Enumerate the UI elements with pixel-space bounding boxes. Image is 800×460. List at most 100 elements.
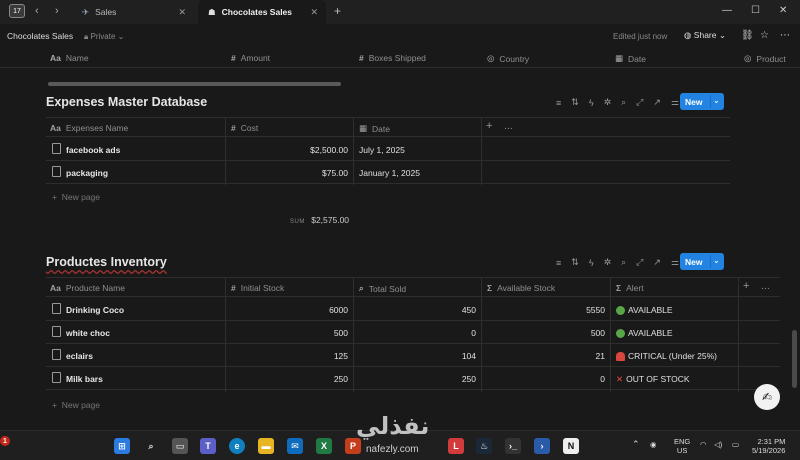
forward-arrow-icon[interactable]: › bbox=[55, 5, 59, 17]
column-date[interactable]: ▦ Date bbox=[615, 53, 646, 64]
column-expenses-name[interactable]: Aa Expenses Name bbox=[50, 123, 128, 133]
filter-icon[interactable]: ≡ bbox=[556, 98, 561, 108]
file-explorer-icon[interactable]: ▬ bbox=[258, 438, 274, 454]
back-arrow-icon[interactable]: ‹ bbox=[35, 5, 39, 17]
table-row[interactable]: packaging $75.00 January 1, 2025 bbox=[46, 161, 730, 184]
help-button[interactable]: ✍ bbox=[754, 384, 780, 410]
sort-icon[interactable]: ⇅ bbox=[571, 257, 579, 268]
column-producte-name[interactable]: Aa Producte Name bbox=[50, 283, 125, 293]
close-window-button[interactable]: ✕ bbox=[779, 5, 787, 16]
table-row[interactable]: Milk bars 250 250 0 ✕ OUT OF STOCK bbox=[46, 367, 780, 390]
more-icon[interactable]: ⋯ bbox=[761, 283, 770, 294]
row-name[interactable]: Drinking Coco bbox=[66, 305, 124, 315]
more-icon[interactable]: ⋯ bbox=[780, 30, 790, 41]
edge-icon[interactable]: e bbox=[229, 438, 245, 454]
close-icon[interactable]: ✕ bbox=[178, 7, 186, 18]
column-available-stock[interactable]: Σ Available Stock bbox=[487, 283, 555, 293]
sort-icon[interactable]: ⇅ bbox=[571, 97, 579, 108]
vertical-scrollbar[interactable] bbox=[792, 330, 797, 388]
tab-sales[interactable]: ✈ Sales ✕ bbox=[72, 0, 194, 24]
column-boxes-shipped[interactable]: # Boxes Shipped bbox=[359, 53, 426, 63]
privacy-indicator[interactable]: 🔒︎ Private ⌄ bbox=[84, 32, 124, 42]
outlook-icon[interactable]: ✉ bbox=[287, 438, 303, 454]
settings-icon[interactable]: ⚌ bbox=[671, 257, 679, 268]
date-cell[interactable]: July 1, 2025 bbox=[359, 145, 405, 155]
open-icon[interactable]: ↗ bbox=[653, 257, 661, 268]
table-row[interactable]: eclairs 125 104 21 CRITICAL (Under 25%) bbox=[46, 344, 780, 367]
column-product[interactable]: ◎ Product bbox=[744, 53, 786, 64]
tab-chocolates-sales[interactable]: ☗ Chocolates Sales ✕ bbox=[198, 0, 326, 24]
teams-icon[interactable]: T bbox=[200, 438, 216, 454]
notion-taskbar-icon[interactable]: N bbox=[563, 438, 579, 454]
maximize-button[interactable]: ☐ bbox=[751, 5, 760, 16]
automation-icon[interactable]: ϟ bbox=[589, 258, 594, 268]
inventory-database-title[interactable]: Productes Inventory bbox=[46, 255, 167, 269]
app-l-icon[interactable]: L bbox=[448, 438, 464, 454]
date-cell[interactable]: January 1, 2025 bbox=[359, 168, 420, 178]
add-property-button[interactable]: + bbox=[743, 280, 749, 292]
column-amount[interactable]: # Amount bbox=[231, 53, 270, 63]
cost-cell[interactable]: $75.00 bbox=[266, 168, 348, 178]
horizontal-scrollbar[interactable] bbox=[48, 82, 341, 86]
powershell-icon[interactable]: › bbox=[534, 438, 550, 454]
search-icon[interactable]: ⌕ bbox=[143, 438, 159, 454]
new-tab-button[interactable]: + bbox=[334, 4, 341, 18]
column-name[interactable]: Aa Name bbox=[50, 53, 89, 63]
cost-sum[interactable]: SUM $2,575.00 bbox=[290, 215, 349, 225]
close-icon[interactable]: ✕ bbox=[310, 7, 318, 18]
initial-stock-cell[interactable]: 6000 bbox=[266, 305, 348, 315]
volume-icon[interactable]: ◁) bbox=[714, 440, 722, 449]
expand-icon[interactable]: ⤢ bbox=[636, 97, 643, 108]
share-button[interactable]: ◍ Share ⌄ bbox=[684, 30, 726, 41]
total-sold-cell[interactable]: 104 bbox=[394, 351, 476, 361]
open-icon[interactable]: ↗ bbox=[653, 97, 661, 108]
row-name[interactable]: packaging bbox=[66, 168, 108, 178]
expenses-database-title[interactable]: Expenses Master Database bbox=[46, 95, 207, 109]
column-initial-stock[interactable]: # Initial Stock bbox=[231, 283, 284, 293]
column-alert[interactable]: Σ Alert bbox=[616, 283, 644, 293]
total-sold-cell[interactable]: 0 bbox=[394, 328, 476, 338]
chevron-down-icon[interactable]: ⌄ bbox=[713, 96, 720, 105]
expand-icon[interactable]: ⤢ bbox=[636, 257, 643, 268]
total-sold-cell[interactable]: 450 bbox=[394, 305, 476, 315]
column-date[interactable]: ▦ Date bbox=[359, 123, 390, 134]
expenses-new-page-button[interactable]: + New page bbox=[52, 192, 100, 202]
link-icon[interactable]: ⛓ bbox=[741, 30, 754, 41]
notification-badge[interactable]: 1 bbox=[0, 436, 10, 446]
search-icon[interactable]: ⌕ bbox=[621, 257, 626, 268]
minimize-button[interactable]: — bbox=[722, 5, 732, 16]
initial-stock-cell[interactable]: 250 bbox=[266, 374, 348, 384]
magic-icon[interactable]: ✲ bbox=[604, 97, 612, 108]
steam-icon[interactable]: ♨ bbox=[476, 438, 492, 454]
column-cost[interactable]: # Cost bbox=[231, 123, 258, 133]
automation-icon[interactable]: ϟ bbox=[589, 98, 594, 108]
table-row[interactable]: white choc 500 0 500 AVAILABLE bbox=[46, 321, 780, 344]
star-icon[interactable]: ☆ bbox=[760, 30, 769, 41]
row-name[interactable]: facebook ads bbox=[66, 145, 120, 155]
language-indicator[interactable]: ENG US bbox=[674, 437, 690, 455]
settings-icon[interactable]: ⚌ bbox=[671, 97, 679, 108]
chevron-up-icon[interactable]: ⌃ bbox=[632, 440, 640, 449]
notion-app-icon[interactable]: 17 bbox=[9, 4, 25, 18]
security-icon[interactable]: ◉ bbox=[650, 440, 657, 449]
task-view-icon[interactable]: ▭ bbox=[172, 438, 188, 454]
column-country[interactable]: ◎ Country bbox=[487, 53, 529, 64]
initial-stock-cell[interactable]: 125 bbox=[266, 351, 348, 361]
column-total-sold[interactable]: ⌕ Total Sold bbox=[359, 283, 406, 294]
filter-icon[interactable]: ≡ bbox=[556, 258, 561, 268]
row-name[interactable]: Milk bars bbox=[66, 374, 103, 384]
page-breadcrumb[interactable]: Chocolates Sales bbox=[7, 31, 73, 41]
add-property-button[interactable]: + bbox=[486, 120, 492, 132]
more-icon[interactable]: ⋯ bbox=[504, 123, 513, 134]
magic-icon[interactable]: ✲ bbox=[604, 257, 612, 268]
total-sold-cell[interactable]: 250 bbox=[394, 374, 476, 384]
search-icon[interactable]: ⌕ bbox=[621, 97, 626, 108]
table-row[interactable]: facebook ads $2,500.00 July 1, 2025 bbox=[46, 138, 730, 161]
initial-stock-cell[interactable]: 500 bbox=[266, 328, 348, 338]
row-name[interactable]: eclairs bbox=[66, 351, 93, 361]
terminal-icon[interactable]: ›_ bbox=[505, 438, 521, 454]
expenses-new-button[interactable]: New ⌄ bbox=[680, 93, 724, 110]
windows-start-icon[interactable]: ⊞ bbox=[114, 438, 130, 454]
wifi-icon[interactable]: ◠ bbox=[700, 440, 707, 449]
inventory-new-button[interactable]: New ⌄ bbox=[680, 253, 724, 270]
